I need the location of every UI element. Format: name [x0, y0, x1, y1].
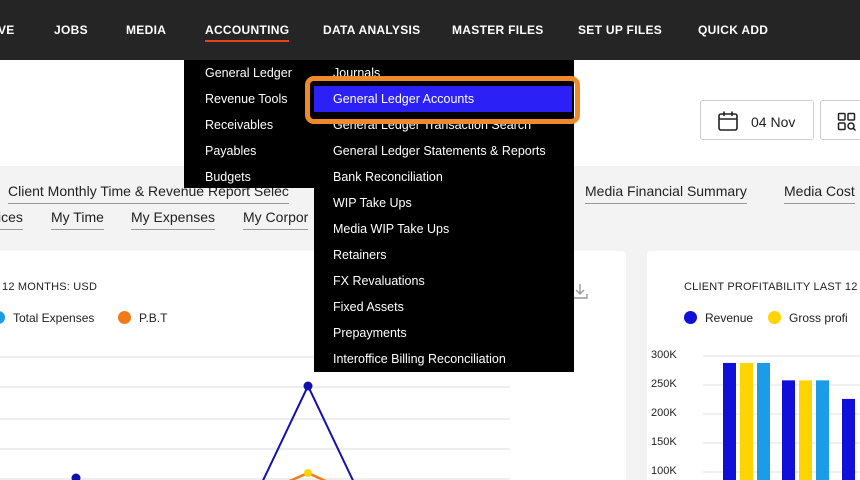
submenu-item-wip-take-ups[interactable]: WIP Take Ups: [333, 196, 412, 210]
nav-item-data-analysis[interactable]: DATA ANALYSIS: [323, 23, 420, 37]
tab-my-time[interactable]: My Time: [51, 209, 104, 230]
tab-my-expenses[interactable]: My Expenses: [131, 209, 216, 230]
accounting-dropdown: General Ledger Revenue Tools Receivables…: [184, 60, 314, 188]
nav-item-media[interactable]: MEDIA: [126, 23, 166, 37]
nav-item-jobs[interactable]: JOBS: [54, 23, 88, 37]
data-point: [304, 469, 312, 477]
nav-item-set-up-files[interactable]: SET UP FILES: [578, 23, 662, 37]
submenu-item-media-wip-take-ups[interactable]: Media WIP Take Ups: [333, 222, 449, 236]
nav-item-accounting[interactable]: ACCOUNTING: [205, 23, 290, 42]
bar-revenue: [723, 362, 736, 480]
submenu-item-retainers[interactable]: Retainers: [333, 248, 387, 262]
menu-item-general-ledger[interactable]: General Ledger: [205, 66, 292, 80]
series-line: [262, 383, 354, 480]
tab-media-cost[interactable]: Media Cost: [784, 183, 855, 204]
date-label: 04 Nov: [751, 114, 796, 130]
bar-revenue: [842, 398, 855, 480]
bar-gross-profi: [799, 380, 812, 480]
bar-gross-profi: [740, 362, 753, 480]
menu-item-budgets[interactable]: Budgets: [205, 170, 251, 184]
nav-item-master-files[interactable]: MASTER FILES: [452, 23, 544, 37]
tab-media-financial-summary[interactable]: Media Financial Summary: [585, 183, 747, 204]
bar-series-2: [816, 380, 829, 480]
bar-series-2: [757, 362, 770, 480]
tab-invoices[interactable]: ices: [0, 209, 23, 230]
client-profitability-card: CLIENT PROFITABILITY LAST 12 M Revenue G…: [647, 251, 860, 480]
submenu-item-fx-revaluations[interactable]: FX Revaluations: [333, 274, 425, 288]
top-nav: VE JOBS MEDIA ACCOUNTING DATA ANALYSIS M…: [0, 0, 860, 60]
submenu-item-interoffice-billing[interactable]: Interoffice Billing Reconciliation: [333, 352, 506, 366]
submenu-item-prepayments[interactable]: Prepayments: [333, 326, 407, 340]
calendar-icon: [717, 110, 739, 137]
highlight-ring: [305, 76, 580, 124]
date-picker-button[interactable]: 04 Nov: [700, 100, 814, 140]
submenu-item-gl-statements-reports[interactable]: General Ledger Statements & Reports: [333, 144, 546, 158]
tab-my-corporate[interactable]: My Corpor: [243, 209, 309, 230]
nav-item-ve[interactable]: VE: [0, 23, 15, 37]
data-point: [71, 473, 81, 480]
layout-grid-button[interactable]: [820, 100, 860, 140]
bar-revenue: [782, 380, 795, 480]
menu-item-receivables[interactable]: Receivables: [205, 118, 273, 132]
grid-search-icon: [837, 112, 857, 132]
bar-chart: [703, 355, 860, 480]
menu-item-revenue-tools[interactable]: Revenue Tools: [205, 92, 287, 106]
submenu-item-fixed-assets[interactable]: Fixed Assets: [333, 300, 404, 314]
data-point: [303, 381, 313, 391]
nav-item-quick-add[interactable]: QUICK ADD: [698, 23, 768, 37]
submenu-item-bank-reconciliation[interactable]: Bank Reconciliation: [333, 170, 443, 184]
menu-item-payables[interactable]: Payables: [205, 144, 256, 158]
